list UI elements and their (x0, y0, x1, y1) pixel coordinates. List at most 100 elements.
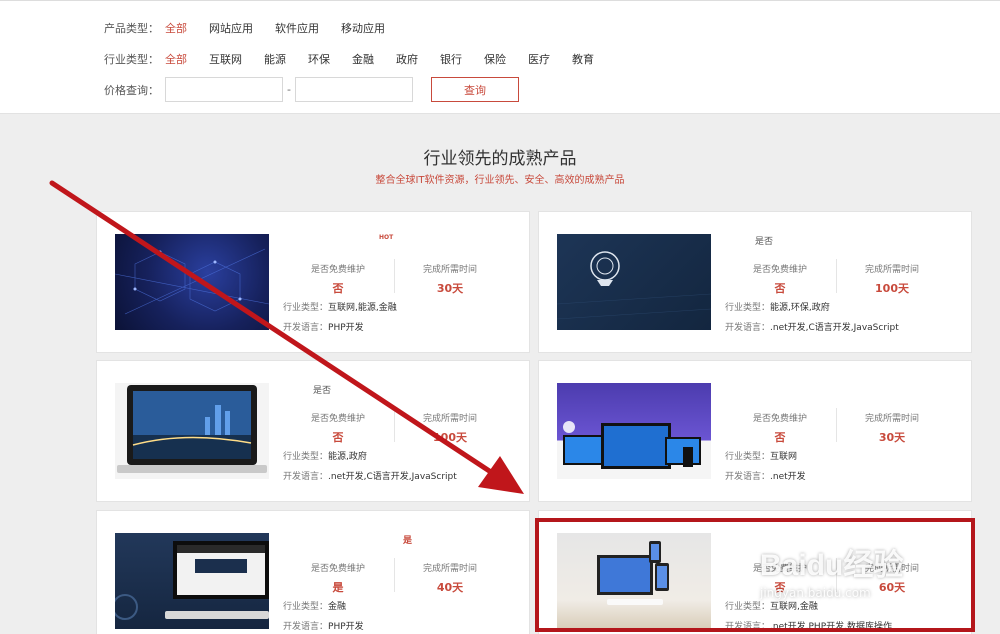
language-label: 开发语言： (283, 323, 329, 333)
industry-info: 行业类型：互联网 (725, 449, 797, 462)
industry-option-medical[interactable]: 医疗 (528, 51, 550, 67)
product-card[interactable]: 是否免费维护 否 完成所需时间 30天 行业类型：互联网 开发语言：.net开发 (538, 360, 972, 502)
industry-label: 行业类型： (283, 602, 329, 612)
laptop-city-icon (117, 385, 267, 473)
filter-panel: 产品类型： 全部 网站应用 软件应用 移动应用 行业类型： 全部 互联网 能源 … (0, 0, 1000, 114)
flag-text: 是 (403, 536, 413, 546)
industry-type-filter: 行业类型： 全部 互联网 能源 环保 金融 政府 银行 保险 医疗 教育 (104, 51, 616, 67)
time-stat: 完成所需时间 30天 (837, 411, 947, 445)
maintenance-label: 是否免费维护 (752, 564, 807, 574)
industry-type-label: 行业类型： (104, 53, 159, 66)
industry-option-education[interactable]: 教育 (572, 51, 594, 67)
industry-value: 互联网,能源,金融 (328, 303, 397, 313)
product-thumbnail[interactable] (557, 533, 711, 629)
language-info: 开发语言：PHP开发 (283, 320, 364, 333)
industry-option-internet[interactable]: 互联网 (209, 51, 242, 67)
product-card[interactable]: HOT 是否免费维护 否 完成所需时间 30天 行业类型：互联网,能源,金融 开… (96, 211, 530, 353)
industry-value: 金融 (328, 602, 347, 612)
maintenance-stat: 是否免费维护 否 (283, 411, 393, 445)
language-info: 开发语言：PHP开发 (283, 619, 364, 632)
industry-info: 行业类型：互联网,能源,金融 (283, 300, 397, 313)
time-stat: 完成所需时间 60天 (837, 561, 947, 595)
industry-label: 行业类型： (725, 602, 771, 612)
product-thumbnail[interactable] (557, 234, 711, 330)
language-label: 开发语言： (725, 323, 771, 333)
product-type-option-all[interactable]: 全部 (165, 20, 187, 36)
product-card[interactable]: 是否免费维护 否 完成所需时间 60天 行业类型：互联网,金融 开发语言：.ne… (538, 510, 972, 634)
time-value: 30天 (436, 282, 464, 295)
flag-text: 是否 (755, 237, 774, 247)
time-stat: 完成所需时间 100天 (837, 262, 947, 296)
industry-info: 行业类型：互联网,金融 (725, 599, 818, 612)
desk-devices-icon (597, 541, 669, 605)
product-type-option-software[interactable]: 软件应用 (275, 20, 319, 36)
time-stat: 完成所需时间 40天 (395, 561, 505, 595)
time-value: 40天 (436, 581, 464, 594)
maintenance-stat: 是否免费维护 是 (283, 561, 393, 595)
industry-option-government[interactable]: 政府 (396, 51, 418, 67)
product-thumbnail[interactable] (115, 533, 269, 629)
industry-option-finance[interactable]: 金融 (352, 51, 374, 67)
industry-option-all[interactable]: 全部 (165, 51, 187, 67)
maintenance-stat: 是否免费维护 否 (283, 262, 393, 296)
product-meta: 是否免费维护 否 完成所需时间 60天 行业类型：互联网,金融 开发语言：.ne… (725, 511, 965, 634)
time-label: 完成所需时间 (422, 564, 477, 574)
product-card[interactable]: 是否 是否免费维护 否 完成所需时间 100天 行业类型：能源,政府 开发语言：… (96, 360, 530, 502)
time-label: 完成所需时间 (864, 414, 919, 424)
monitor-keyboard-icon (115, 541, 269, 620)
police-emblem-icon (557, 251, 711, 320)
time-value: 100天 (875, 282, 909, 295)
price-min-input[interactable] (165, 77, 283, 102)
industry-option-energy[interactable]: 能源 (264, 51, 286, 67)
product-thumbnail[interactable] (557, 383, 711, 479)
industry-option-insurance[interactable]: 保险 (484, 51, 506, 67)
maintenance-label: 是否免费维护 (310, 414, 365, 424)
product-meta: 是否 是否免费维护 否 完成所需时间 100天 行业类型：能源,政府 开发语言：… (283, 361, 523, 503)
maintenance-label: 是否免费维护 (752, 265, 807, 275)
product-meta: 是否 是否免费维护 否 完成所需时间 100天 行业类型：能源,环保,政府 开发… (725, 212, 965, 354)
maintenance-value: 否 (774, 431, 786, 444)
time-value: 100天 (433, 431, 467, 444)
maintenance-label: 是否免费维护 (310, 564, 365, 574)
section-subtitle: 整合全球IT软件资源，行业领先、安全、高效的成熟产品 (375, 175, 625, 186)
language-info: 开发语言：.net开发,C语言开发,JavaScript (283, 469, 457, 482)
price-max-input[interactable] (294, 77, 413, 102)
time-value: 30天 (878, 431, 906, 444)
product-card[interactable]: 是 是否免费维护 是 完成所需时间 40天 行业类型：金融 开发语言：PHP开发 (96, 510, 530, 634)
product-type-filter: 产品类型： 全部 网站应用 软件应用 移动应用 (104, 20, 407, 36)
industry-label: 行业类型： (283, 303, 329, 313)
product-type-label: 产品类型： (104, 22, 159, 35)
time-label: 完成所需时间 (864, 564, 919, 574)
product-thumbnail[interactable] (115, 383, 269, 479)
maintenance-value: 否 (332, 431, 344, 444)
flag-text: 是否 (313, 386, 332, 396)
product-type-option-mobile[interactable]: 移动应用 (341, 20, 385, 36)
language-value: .net开发,C语言开发,JavaScript (328, 472, 457, 482)
industry-value: 互联网 (770, 452, 798, 462)
industry-info: 行业类型：能源,政府 (283, 449, 367, 462)
product-type-option-web[interactable]: 网站应用 (209, 20, 253, 36)
language-label: 开发语言： (725, 472, 771, 482)
industry-option-bank[interactable]: 银行 (440, 51, 462, 67)
time-label: 完成所需时间 (422, 414, 477, 424)
price-separator: - (287, 83, 291, 96)
industry-label: 行业类型： (725, 303, 771, 313)
maintenance-label: 是否免费维护 (310, 265, 365, 275)
language-value: .net开发,PHP开发,数据库操作 (770, 622, 892, 632)
time-stat: 完成所需时间 100天 (395, 411, 505, 445)
query-button[interactable]: 查询 (430, 77, 519, 102)
time-value: 60天 (878, 581, 906, 594)
language-value: PHP开发 (328, 622, 364, 632)
product-card[interactable]: 是否 是否免费维护 否 完成所需时间 100天 行业类型：能源,环保,政府 开发… (538, 211, 972, 353)
multi-device-icon (563, 421, 701, 469)
language-value: PHP开发 (328, 323, 364, 333)
industry-value: 互联网,金融 (770, 602, 818, 612)
industry-label: 行业类型： (725, 452, 771, 462)
product-thumbnail[interactable] (115, 234, 269, 330)
time-label: 完成所需时间 (864, 265, 919, 275)
industry-option-environment[interactable]: 环保 (308, 51, 330, 67)
language-value: .net开发 (770, 472, 806, 482)
language-info: 开发语言：.net开发,C语言开发,JavaScript (725, 320, 899, 333)
language-value: .net开发,C语言开发,JavaScript (770, 323, 899, 333)
maintenance-value: 否 (332, 282, 344, 295)
